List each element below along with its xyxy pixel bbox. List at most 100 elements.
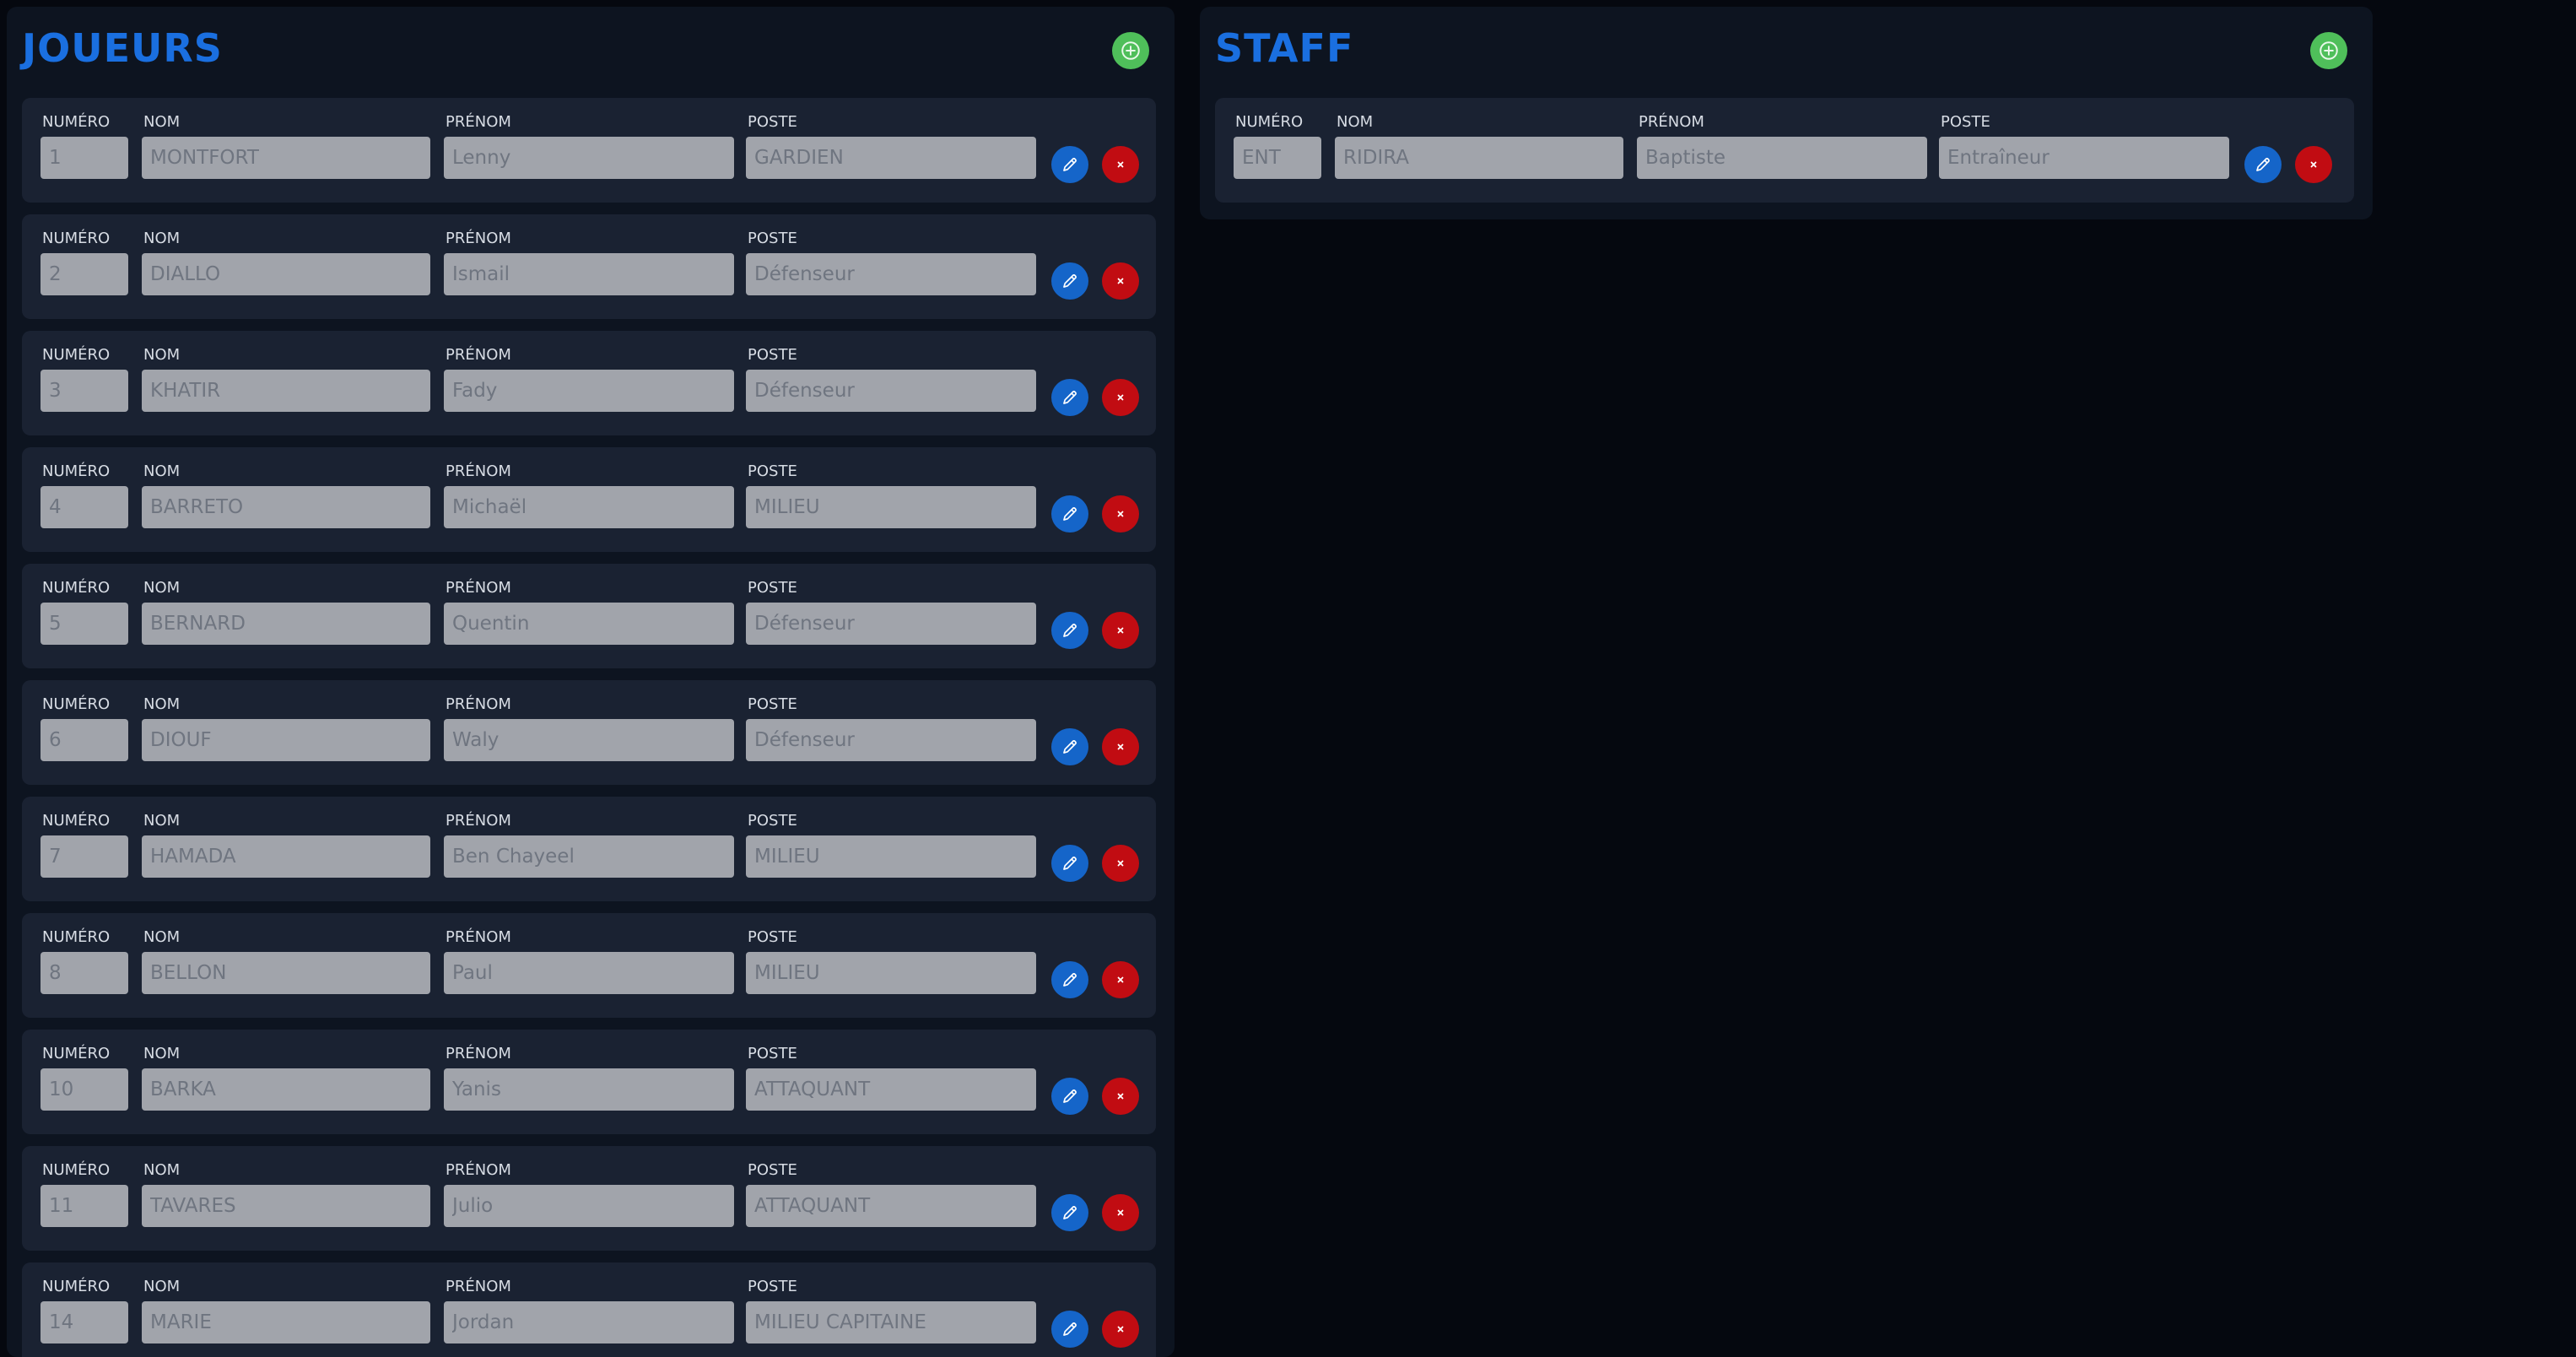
poste-input[interactable] (746, 1068, 1036, 1111)
poste-input[interactable] (746, 1185, 1036, 1227)
prenom-input[interactable] (444, 1301, 734, 1343)
edit-button[interactable] (1051, 146, 1088, 183)
pencil-icon (1063, 391, 1077, 404)
prenom-label: PRÉNOM (446, 928, 511, 946)
prenom-input[interactable] (444, 952, 734, 994)
pencil-icon (1063, 1206, 1077, 1219)
prenom-input[interactable] (444, 370, 734, 412)
numero-field: NUMÉRO (41, 231, 128, 295)
numero-label: NUMÉRO (42, 928, 111, 946)
numero-field: NUMÉRO (41, 697, 128, 761)
poste-input[interactable] (746, 952, 1036, 994)
numero-input[interactable] (41, 719, 128, 761)
poste-input[interactable] (746, 486, 1036, 528)
delete-button[interactable] (1102, 1194, 1139, 1231)
poste-input[interactable] (746, 835, 1036, 878)
numero-input[interactable] (41, 1068, 128, 1111)
nom-input[interactable] (142, 370, 430, 412)
poste-input[interactable] (746, 603, 1036, 645)
edit-button[interactable] (1051, 379, 1088, 416)
pencil-icon (1063, 1089, 1077, 1103)
prenom-input[interactable] (444, 253, 734, 295)
numero-input[interactable] (41, 1301, 128, 1343)
delete-button[interactable] (1102, 262, 1139, 300)
prenom-input[interactable] (444, 603, 734, 645)
delete-button[interactable] (1102, 1078, 1139, 1115)
pencil-icon (1063, 158, 1077, 171)
poste-input[interactable] (1939, 137, 2229, 179)
poste-input[interactable] (746, 719, 1036, 761)
edit-button[interactable] (1051, 612, 1088, 649)
nom-input[interactable] (142, 486, 430, 528)
numero-input[interactable] (41, 952, 128, 994)
prenom-input[interactable] (444, 486, 734, 528)
nom-input[interactable] (142, 253, 430, 295)
prenom-field: PRÉNOM (444, 1279, 734, 1343)
nom-input[interactable] (142, 719, 430, 761)
edit-button[interactable] (1051, 845, 1088, 882)
nom-label: NOM (1337, 113, 1374, 131)
prenom-label: PRÉNOM (446, 1161, 511, 1179)
numero-input[interactable] (41, 835, 128, 878)
nom-input[interactable] (142, 137, 430, 179)
pencil-icon (1063, 1322, 1077, 1336)
poste-input[interactable] (746, 253, 1036, 295)
edit-button[interactable] (1051, 961, 1088, 998)
delete-button[interactable] (1102, 612, 1139, 649)
numero-input[interactable] (41, 486, 128, 528)
add-player-button[interactable] (1112, 32, 1149, 69)
delete-button[interactable] (1102, 961, 1139, 998)
numero-input[interactable] (1234, 137, 1321, 179)
edit-button[interactable] (1051, 495, 1088, 533)
delete-button[interactable] (1102, 495, 1139, 533)
nom-input[interactable] (142, 1185, 430, 1227)
delete-button[interactable] (1102, 146, 1139, 183)
poste-label: POSTE (748, 113, 797, 131)
nom-input[interactable] (142, 952, 430, 994)
nom-input[interactable] (142, 1068, 430, 1111)
pencil-icon (2256, 158, 2270, 171)
delete-button[interactable] (2295, 146, 2332, 183)
nom-label: NOM (143, 812, 181, 830)
edit-button[interactable] (2244, 146, 2282, 183)
prenom-input[interactable] (444, 1068, 734, 1111)
prenom-input[interactable] (444, 1185, 734, 1227)
numero-input[interactable] (41, 1185, 128, 1227)
poste-label: POSTE (748, 579, 797, 597)
prenom-input[interactable] (444, 719, 734, 761)
poste-input[interactable] (746, 137, 1036, 179)
prenom-field: PRÉNOM (444, 581, 734, 645)
edit-button[interactable] (1051, 1194, 1088, 1231)
nom-field: NOM (142, 697, 430, 761)
poste-input[interactable] (746, 1301, 1036, 1343)
nom-input[interactable] (142, 603, 430, 645)
prenom-field: PRÉNOM (444, 231, 734, 295)
add-staff-button[interactable] (2310, 32, 2347, 69)
delete-button[interactable] (1102, 728, 1139, 765)
numero-input[interactable] (41, 603, 128, 645)
numero-input[interactable] (41, 253, 128, 295)
prenom-input[interactable] (1637, 137, 1927, 179)
poste-label: POSTE (748, 1278, 797, 1295)
numero-input[interactable] (41, 370, 128, 412)
edit-button[interactable] (1051, 728, 1088, 765)
staff-title: STAFF (1215, 25, 1354, 71)
poste-label: POSTE (748, 928, 797, 946)
prenom-field: PRÉNOM (444, 1046, 734, 1111)
prenom-input[interactable] (444, 835, 734, 878)
edit-button[interactable] (1051, 1311, 1088, 1348)
prenom-input[interactable] (444, 137, 734, 179)
poste-input[interactable] (746, 370, 1036, 412)
nom-input[interactable] (142, 1301, 430, 1343)
delete-button[interactable] (1102, 845, 1139, 882)
nom-input[interactable] (142, 835, 430, 878)
delete-button[interactable] (1102, 1311, 1139, 1348)
nom-input[interactable] (1335, 137, 1623, 179)
edit-button[interactable] (1051, 1078, 1088, 1115)
list-item: NUMÉRO NOM PRÉNOM POSTE (22, 98, 1156, 203)
numero-input[interactable] (41, 137, 128, 179)
delete-button[interactable] (1102, 379, 1139, 416)
prenom-label: PRÉNOM (446, 579, 511, 597)
edit-button[interactable] (1051, 262, 1088, 300)
nom-field: NOM (142, 1163, 430, 1227)
